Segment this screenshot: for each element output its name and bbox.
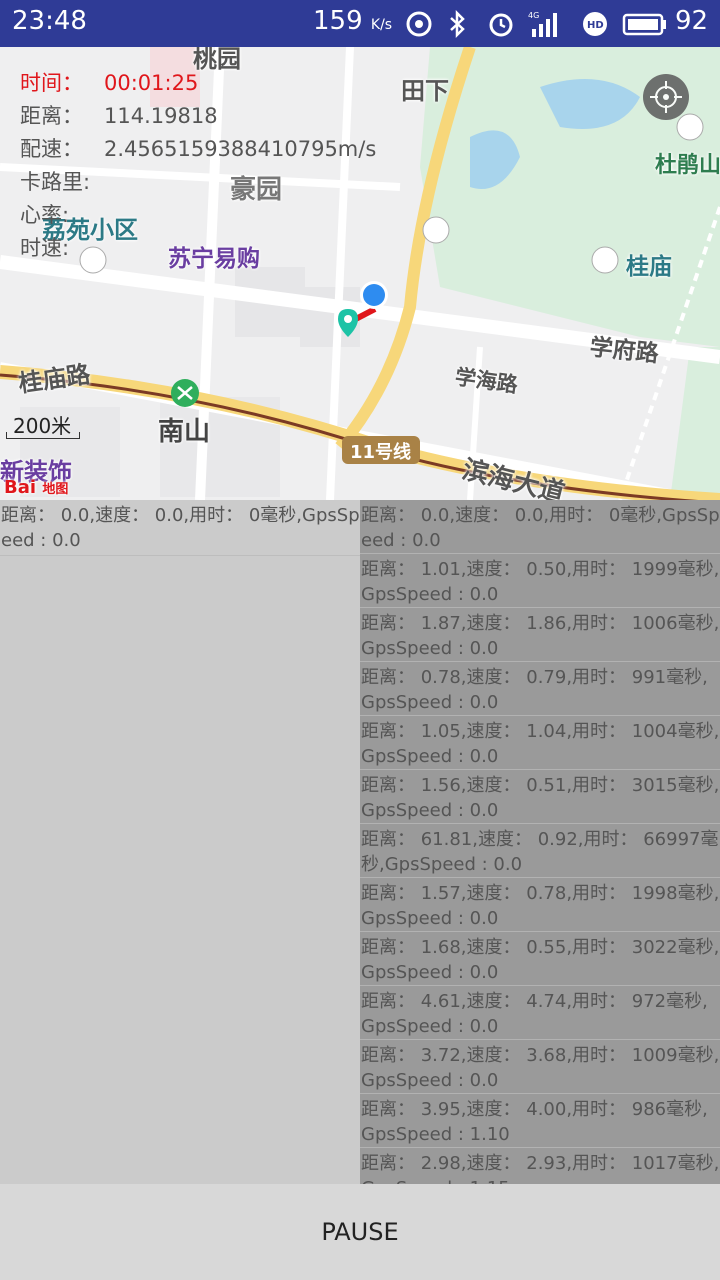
- map-label-haoyuan: 豪园: [230, 175, 283, 205]
- log-right-item: 距离： 1.68,速度： 0.55,用时： 3022毫秒,GpsSpeed : …: [360, 932, 720, 986]
- log-right-item: 距离： 1.05,速度： 1.04,用时： 1004毫秒,GpsSpeed : …: [360, 716, 720, 770]
- log-left-item: 距离： 0.0,速度： 0.0,用时： 0毫秒,GpsSpeed : 0.0: [0, 500, 360, 556]
- bluetooth-icon: [450, 9, 465, 39]
- map-label-line11: 11号线: [350, 442, 412, 463]
- map-label-xuefu-road: 学府路: [588, 334, 660, 368]
- network-speed-unit: K/s: [370, 17, 393, 33]
- stat-distance: 距离： 114.19818: [20, 100, 218, 130]
- log-right-item: 距离： 0.78,速度： 0.79,用时： 991毫秒,GpsSpeed : 0…: [360, 662, 720, 716]
- log-right-item: 距离： 1.57,速度： 0.78,用时： 1998毫秒,GpsSpeed : …: [360, 878, 720, 932]
- log-right-item: 距离： 61.81,速度： 0.92,用时： 66997毫秒,GpsSpeed …: [360, 824, 720, 878]
- stat-time-label: 时间：: [20, 71, 83, 95]
- stat-hourly-speed: 时速:: [20, 236, 70, 260]
- baidu-logo-text: Bai: [4, 477, 37, 498]
- map-label-tianxia: 田下: [401, 77, 449, 105]
- stat-pace-label: 配速：: [20, 137, 83, 161]
- svg-text:HD: HD: [587, 20, 604, 31]
- stat-distance-label: 距离：: [20, 104, 83, 128]
- stat-time: 时间： 00:01:25: [20, 67, 198, 97]
- map-label-nanshan: 南山: [158, 417, 211, 447]
- alarm-icon: [489, 13, 513, 37]
- stat-time-value: 00:01:25: [104, 71, 199, 95]
- log-list-left[interactable]: 距离： 0.0,速度： 0.0,用时： 0毫秒,GpsSpeed : 0.0: [0, 500, 360, 1184]
- signal-4g-icon: 4G: [528, 11, 557, 37]
- map-label-suning: 苏宁易购: [168, 246, 260, 272]
- svg-text:4G: 4G: [528, 11, 539, 20]
- status-bar: 23:48 159 K/s 4G HD 92: [0, 0, 720, 47]
- map-label-guimiao: 桂庙: [626, 254, 672, 280]
- log-list-right[interactable]: 距离： 0.0,速度： 0.0,用时： 0毫秒,GpsSpeed : 0.0 距…: [360, 500, 720, 1184]
- locate-icon: [650, 81, 682, 113]
- log-right-item: 距离： 3.95,速度： 4.00,用时： 986毫秒,GpsSpeed : 1…: [360, 1094, 720, 1148]
- map-label-taoyuan: 桃园: [193, 47, 241, 73]
- pause-bar: PAUSE: [0, 1184, 720, 1280]
- stat-pace-value: 2.4565159388410795m/s: [104, 137, 377, 161]
- locate-button[interactable]: [643, 74, 689, 120]
- log-right-item: 距离： 1.87,速度： 1.86,用时： 1006毫秒,GpsSpeed : …: [360, 608, 720, 662]
- log-right-item: 距离： 2.98,速度： 2.93,用时： 1017毫秒,GpsSpeed : …: [360, 1148, 720, 1184]
- stat-distance-value: 114.19818: [104, 104, 218, 128]
- log-right-item: 距离： 1.01,速度： 0.50,用时： 1999毫秒,GpsSpeed : …: [360, 554, 720, 608]
- stat-heart-rate: 心率:: [20, 203, 70, 227]
- network-speed: 159 K/s: [313, 6, 392, 36]
- battery-level: 92: [675, 6, 709, 36]
- map-scale-bar: [6, 432, 80, 439]
- log-right-item: 距离： 3.72,速度： 3.68,用时： 1009毫秒,GpsSpeed : …: [360, 1040, 720, 1094]
- stat-calorie: 卡路里:: [20, 170, 91, 194]
- battery-icon: [622, 13, 666, 36]
- log-right-item: 距离： 4.61,速度： 4.74,用时： 972毫秒,GpsSpeed : 0…: [360, 986, 720, 1040]
- baidu-logo: Bai 地图: [4, 477, 68, 498]
- status-time: 23:48: [12, 6, 87, 36]
- stat-pace: 配速： 2.4565159388410795m/s: [20, 133, 376, 163]
- map-view[interactable]: 桃园 田下 杜鹃山 豪园 荔苑小区 苏宁易购 桂庙 学府路 学海路 桂庙路 南山…: [0, 47, 720, 500]
- map-label-dupengshan: 杜鹃山: [655, 153, 720, 178]
- baidu-map-text: 地图: [42, 482, 69, 497]
- network-speed-value: 159: [313, 6, 363, 36]
- log-right-item: 距离： 0.0,速度： 0.0,用时： 0毫秒,GpsSpeed : 0.0: [360, 500, 720, 554]
- hotspot-icon: [406, 11, 432, 37]
- log-right-item: 距离： 1.56,速度： 0.51,用时： 3015毫秒,GpsSpeed : …: [360, 770, 720, 824]
- pause-button[interactable]: PAUSE: [315, 1217, 404, 1247]
- hd-icon: HD: [583, 12, 607, 36]
